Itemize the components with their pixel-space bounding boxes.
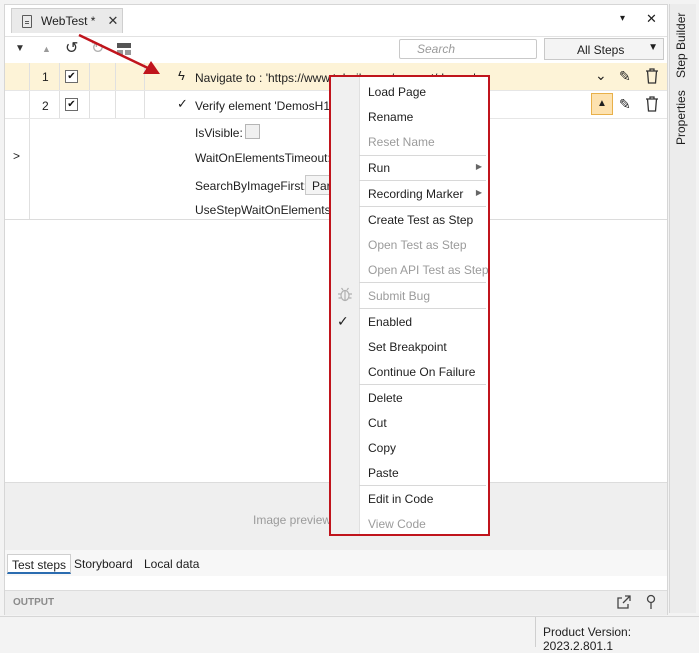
output-title: OUTPUT [13,597,55,608]
submenu-arrow-icon: ▶ [475,188,482,197]
enabled-check-icon: ✓ [337,313,349,329]
pin-icon[interactable] [645,594,657,613]
expand-arrow-icon[interactable]: > [13,149,20,163]
menu-item-open-api-test-as-step: Open API Test as Step [368,263,489,277]
tab-webtest[interactable]: WebTest * ✕ [11,8,123,33]
edit-pencil-icon[interactable]: ✎ [619,96,631,113]
menu-item-cut[interactable]: Cut [359,411,488,435]
tab-step-builder[interactable]: Step Builder [674,13,688,78]
tab-test-steps[interactable]: Test steps [7,554,72,574]
bottom-tab-strip: Test steps Storyboard Local data [5,550,667,576]
step-number: 1 [42,70,49,84]
menu-item-reset-name: Reset Name [368,135,435,149]
menu-item-delete[interactable]: Delete [359,386,488,410]
output-panel-header: OUTPUT [5,590,667,615]
menu-item-continue-on-failure[interactable]: Continue On Failure [359,360,488,384]
tab-properties[interactable]: Properties [674,90,688,145]
edit-pencil-icon[interactable]: ✎ [619,68,631,85]
lightning-icon: ϟ [178,68,185,83]
product-version: Product Version: 2023.2.801.1 [535,617,699,653]
redo-icon[interactable]: ↻ [91,40,104,58]
menu-item-run[interactable]: Run ▶ [359,156,488,180]
menu-item-edit-in-code[interactable]: Edit in Code [359,487,488,511]
dropdown-arrow-icon: ▼ [648,42,658,53]
delete-trash-icon[interactable] [645,96,659,115]
step-filter-value: All Steps [577,43,625,57]
menu-item-rename[interactable]: Rename [359,105,488,129]
window-menu-icon[interactable]: ▾ [620,13,625,24]
side-panel-strip: Step Builder Properties [669,4,696,613]
document-icon [22,14,32,28]
menu-item-set-breakpoint[interactable]: Set Breakpoint [359,335,488,359]
context-menu: Load Page Rename Reset Name Run ▶ Recordi… [329,75,490,536]
collapse-chevron-icon[interactable]: ▲ [591,93,613,115]
window-close-icon[interactable]: ✕ [646,11,657,27]
menu-item-copy[interactable]: Copy [359,436,488,460]
menu-item-create-test-as-step[interactable]: Create Test as Step [359,208,488,232]
search-input[interactable]: Search [399,39,537,59]
undo-icon[interactable]: ↺ [65,40,78,58]
wait-timeout-label: WaitOnElementsTimeout: [195,151,331,165]
search-by-image-label: SearchByImageFirst: [195,179,308,193]
move-up-icon[interactable]: ▲ [42,40,51,58]
image-preview-text: Image preview [253,513,332,527]
step-filter-select[interactable]: All Steps ▼ [544,38,664,60]
menu-item-enabled[interactable]: Enabled [359,310,488,334]
menu-item-recording-marker[interactable]: Recording Marker ▶ [359,182,488,206]
use-step-wait-label: UseStepWaitOnElements: [195,203,334,217]
step-recorder-icon[interactable] [116,42,132,60]
delete-trash-icon[interactable] [645,68,659,87]
pop-out-icon[interactable] [616,594,632,613]
toolbar: ▼ ▲ ↺ ↻ Search All Steps ▼ [5,36,667,63]
menu-item-load-page[interactable]: Load Page [359,80,488,104]
status-bar: Product Version: 2023.2.801.1 [0,616,699,653]
tab-strip: WebTest * ✕ ▾ ✕ [5,5,667,37]
bug-icon [337,286,353,305]
expand-chevron-icon[interactable]: ⌄ [595,67,607,84]
tab-local-data[interactable]: Local data [140,554,203,574]
tab-close-icon[interactable]: ✕ [107,13,118,29]
menu-item-open-test-as-step: Open Test as Step [368,238,467,252]
tab-storyboard[interactable]: Storyboard [70,554,137,574]
step-enabled-checkbox[interactable]: ✔ [65,70,78,83]
tab-title: WebTest * [41,14,96,28]
verify-check-icon: ✓ [177,96,188,111]
menu-item-submit-bug: Submit Bug [368,289,431,303]
menu-icon-gutter [331,77,360,534]
isvisible-label: IsVisible: [195,126,243,140]
menu-item-paste[interactable]: Paste [359,461,488,485]
step-description[interactable]: Verify element 'DemosH1' [195,99,332,113]
menu-item-view-code: View Code [368,517,426,531]
step-enabled-checkbox[interactable]: ✔ [65,98,78,111]
step-number: 2 [42,99,49,113]
collapse-all-icon[interactable]: ▼ [15,40,25,58]
submenu-arrow-icon: ▶ [475,162,482,171]
isvisible-checkbox[interactable] [245,124,260,139]
